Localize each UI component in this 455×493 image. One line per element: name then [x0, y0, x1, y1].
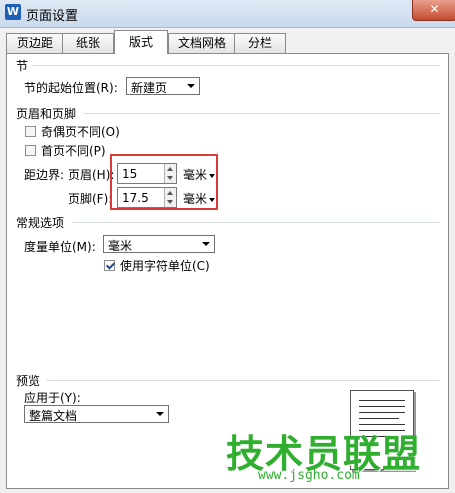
tab-layout[interactable]: 版式	[114, 30, 168, 54]
apply-to-select[interactable]: 整篇文档	[24, 405, 169, 423]
preview-text-line	[359, 400, 405, 401]
chevron-down-icon	[187, 84, 195, 88]
section-start-label: 节的起始位置(R):	[24, 81, 118, 95]
unit-label: 度量单位(M):	[24, 240, 96, 254]
chevron-down-icon	[202, 242, 210, 246]
preview-text-line	[359, 412, 405, 413]
first-page-checkbox[interactable]	[25, 145, 36, 156]
tab-paper[interactable]: 纸张	[62, 33, 114, 53]
wps-writer-icon: W	[5, 4, 21, 20]
tab-doc-grid[interactable]: 文档网格	[168, 33, 236, 53]
watermark-url: www.jsgho.com	[258, 468, 360, 483]
margin-label: 距边界:	[24, 168, 65, 182]
header-footer-group-label: 页眉和页脚	[16, 107, 77, 121]
unit-value: 毫米	[108, 239, 133, 253]
chevron-down-icon	[156, 412, 164, 416]
close-button[interactable]: ✕	[412, 0, 455, 21]
odd-even-label: 奇偶页不同(O)	[41, 125, 120, 139]
footer-distance-label: 页脚(F):	[68, 192, 113, 206]
dialog-title: 页面设置	[26, 9, 79, 24]
general-group-label: 常规选项	[16, 216, 65, 230]
group-divider	[84, 113, 440, 114]
group-divider	[32, 65, 440, 66]
first-page-label: 首页不同(P)	[41, 144, 106, 158]
unit-select[interactable]: 毫米	[103, 235, 215, 253]
highlight-box	[110, 154, 218, 210]
section-group-label: 节	[16, 59, 29, 73]
section-start-select[interactable]: 新建页	[126, 77, 200, 95]
preview-text-line	[359, 406, 405, 407]
tab-columns[interactable]: 分栏	[234, 33, 286, 53]
header-distance-label: 页眉(H):	[68, 168, 115, 182]
odd-even-checkbox[interactable]	[25, 126, 36, 137]
preview-group-label: 预览	[16, 374, 41, 388]
preview-text-line	[359, 418, 399, 419]
section-start-value: 新建页	[131, 81, 168, 95]
char-unit-checkbox[interactable]	[104, 260, 115, 271]
group-divider	[46, 380, 440, 381]
tab-margins[interactable]: 页边距	[6, 33, 64, 53]
apply-to-value: 整篇文档	[29, 409, 78, 423]
apply-to-label: 应用于(Y):	[24, 391, 81, 405]
title-bar: W 页面设置 ✕	[0, 0, 455, 28]
char-unit-label: 使用字符单位(C)	[120, 259, 210, 273]
group-divider	[72, 222, 440, 223]
